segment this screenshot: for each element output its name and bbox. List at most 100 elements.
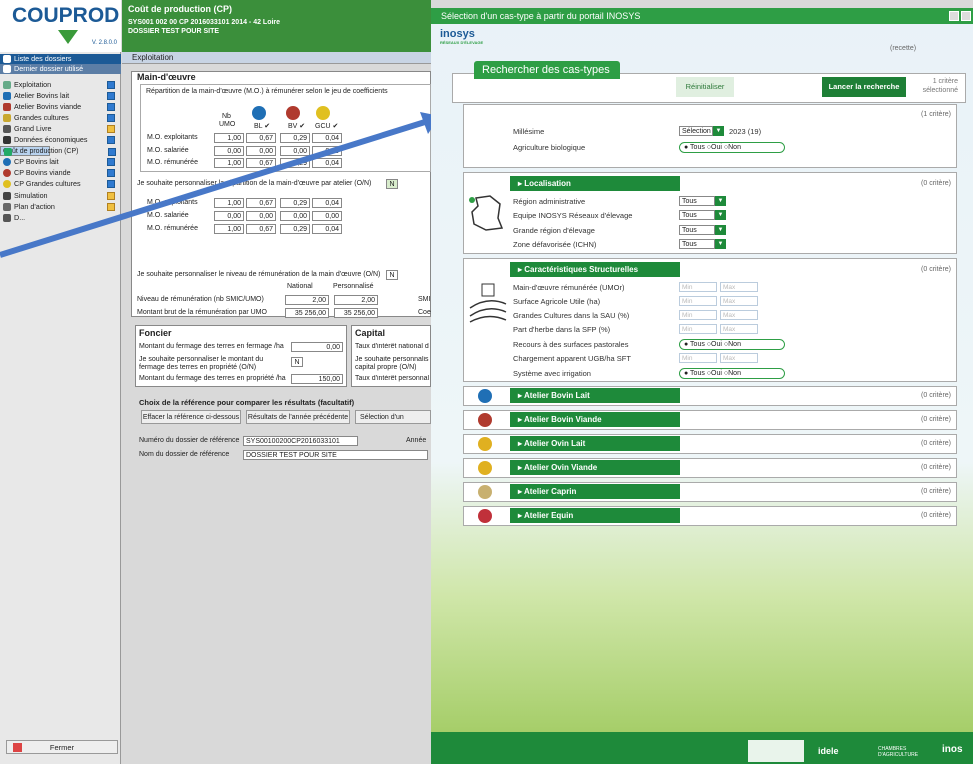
loc-select-value: Tous bbox=[682, 241, 697, 248]
inosys-logo-sub: RÉSEAUX D'ÉLEVAGE bbox=[440, 40, 484, 45]
montant-perso[interactable]: 35 256,00 bbox=[334, 308, 378, 318]
atelier-header[interactable]: ▸ Atelier Bovin Viande bbox=[510, 412, 680, 427]
folder-icon bbox=[3, 65, 11, 73]
radio-non[interactable]: ○Non bbox=[724, 144, 741, 151]
loc-select[interactable]: Tous ▼ bbox=[679, 225, 726, 235]
atelier-header[interactable]: ▸ Atelier Ovin Viande bbox=[510, 460, 680, 475]
niveau-perso[interactable]: 2,00 bbox=[334, 295, 378, 305]
max-input[interactable]: Max bbox=[720, 310, 758, 320]
loc-item: Grande région d'élevage bbox=[513, 226, 595, 235]
previous-year-button[interactable]: Résultats de l'année précédente bbox=[246, 410, 350, 424]
loc-item: Zone défavorisée (ICHN) bbox=[513, 240, 597, 249]
max-input[interactable]: Max bbox=[720, 282, 758, 292]
radio-non[interactable]: ○Non bbox=[724, 341, 741, 348]
maximize-icon[interactable] bbox=[961, 11, 971, 21]
structure-title: Caractéristiques Structurelles bbox=[524, 265, 639, 274]
min-input[interactable]: Min bbox=[679, 353, 717, 363]
atelier-crit: (0 critère) bbox=[921, 392, 951, 399]
sidebar-item-exploitation[interactable]: Exploitation bbox=[0, 80, 121, 90]
atelier-title: Atelier Bovin Lait bbox=[523, 391, 590, 400]
ref-nom-value: DOSSIER TEST POUR SITE bbox=[243, 450, 428, 460]
radio-oui[interactable]: ○Oui bbox=[707, 144, 722, 151]
reference-title: Choix de la référence pour comparer les … bbox=[139, 398, 355, 407]
min-input[interactable]: Min bbox=[679, 296, 717, 306]
sidebar-item-dernier-dossier[interactable]: Dernier dossier utilisé bbox=[0, 64, 121, 74]
loc-select-value: Tous bbox=[682, 227, 697, 234]
foncier-l1: Montant du fermage des terres en fermage… bbox=[139, 343, 284, 350]
farm-field-icon bbox=[469, 283, 507, 323]
structure-header[interactable]: ▸ Caractéristiques Structurelles bbox=[510, 262, 680, 277]
radio-tous[interactable]: ● Tous bbox=[684, 370, 705, 377]
bio-radio-group[interactable]: ● Tous ○Oui ○Non bbox=[679, 142, 785, 153]
app-version: V. 2.8.0.0 bbox=[91, 40, 117, 46]
max-input[interactable]: Max bbox=[720, 324, 758, 334]
criteria-count-line1: 1 critère bbox=[932, 78, 958, 85]
criteria-count: 1 critère sélectionné bbox=[906, 77, 958, 95]
equin-icon bbox=[478, 509, 492, 523]
foncier-l2: Je souhaite personnaliser le montant du … bbox=[139, 356, 264, 371]
loc-select[interactable]: Tous ▼ bbox=[679, 210, 726, 220]
clear-reference-button[interactable]: Effacer la référence ci-dessous bbox=[141, 410, 241, 424]
millesime-label: Millésime bbox=[513, 127, 545, 136]
close-button[interactable]: Fermer bbox=[6, 740, 118, 754]
foncier-v1[interactable]: 0,00 bbox=[291, 342, 343, 352]
foncier-v3[interactable]: 150,00 bbox=[291, 374, 343, 384]
radio-label: Non bbox=[728, 144, 741, 151]
radio-oui[interactable]: ○Oui bbox=[707, 370, 722, 377]
minimize-icon[interactable] bbox=[949, 11, 959, 21]
foncier-l3: Montant du fermage des terres en proprié… bbox=[139, 375, 286, 382]
remuneration-question: Je souhaite personnaliser le niveau de r… bbox=[137, 271, 381, 278]
launch-search-button[interactable]: Lancer la recherche bbox=[822, 77, 906, 97]
min-input[interactable]: Min bbox=[679, 324, 717, 334]
remuneration-input[interactable]: N bbox=[386, 270, 398, 280]
loc-select[interactable]: Tous ▼ bbox=[679, 196, 726, 206]
sidebar-item-liste-dossiers[interactable]: Liste des dossiers bbox=[0, 54, 121, 64]
struct-item: Grandes Cultures dans la SAU (%) bbox=[513, 311, 630, 320]
capital-l3: Taux d'intérêt personnal bbox=[355, 375, 430, 382]
sidebar-item-label: Dernier dossier utilisé bbox=[14, 64, 84, 73]
criteria-count-general: (1 critère) bbox=[921, 111, 951, 118]
radio-label: Tous bbox=[690, 341, 705, 348]
atelier-header[interactable]: ▸ Atelier Equin bbox=[510, 508, 680, 523]
atelier-header[interactable]: ▸ Atelier Ovin Lait bbox=[510, 436, 680, 451]
loc-select-value: Tous bbox=[682, 198, 697, 205]
capital-l1: Taux d'intérêt national d bbox=[355, 343, 429, 350]
reset-button[interactable]: Réinitialiser bbox=[676, 77, 734, 97]
montant-label: Montant brut de la rémunération par UMO bbox=[137, 309, 267, 316]
millesime-select[interactable]: Sélection ▼ bbox=[679, 126, 724, 136]
atelier-crit: (0 critère) bbox=[921, 440, 951, 447]
ref-nom-label: Nom du dossier de référence bbox=[139, 451, 230, 458]
modal-title-text: Sélection d'un cas-type à partir du port… bbox=[441, 11, 641, 21]
checkbox[interactable] bbox=[107, 81, 115, 89]
bio-label: Agriculture biologique bbox=[513, 143, 586, 152]
pastoral-radio-group[interactable]: ● Tous ○Oui ○Non bbox=[679, 339, 785, 350]
foncier-v2[interactable]: N bbox=[291, 357, 303, 367]
struct-item: Système avec irrigation bbox=[513, 369, 591, 378]
radio-non[interactable]: ○Non bbox=[724, 370, 741, 377]
atelier-header[interactable]: ▸ Atelier Bovin Lait bbox=[510, 388, 680, 403]
radio-tous[interactable]: ● Tous bbox=[684, 144, 705, 151]
chambres-logo: CHAMBRES D'AGRICULTURE bbox=[878, 746, 919, 758]
niveau-label: Niveau de rémunération (nb SMIC/UMO) bbox=[137, 296, 264, 303]
tab-exploitation[interactable]: Exploitation bbox=[122, 52, 431, 64]
irrigation-radio-group[interactable]: ● Tous ○Oui ○Non bbox=[679, 368, 785, 379]
close-button-label: Fermer bbox=[49, 743, 75, 752]
chevron-down-icon: ▼ bbox=[715, 210, 726, 220]
atelier-title: Atelier Bovin Viande bbox=[523, 415, 602, 424]
localisation-header[interactable]: ▸ Localisation bbox=[510, 176, 680, 191]
min-input[interactable]: Min bbox=[679, 282, 717, 292]
cow-icon bbox=[3, 92, 11, 100]
select-reference-button[interactable]: Sélection d'un bbox=[355, 410, 431, 424]
radio-oui[interactable]: ○Oui bbox=[707, 341, 722, 348]
min-input[interactable]: Min bbox=[679, 310, 717, 320]
radio-label: Oui bbox=[711, 341, 722, 348]
struct-item: Surface Agricole Utile (ha) bbox=[513, 297, 601, 306]
loc-item: Région administrative bbox=[513, 197, 586, 206]
atelier-header[interactable]: ▸ Atelier Caprin bbox=[510, 484, 680, 499]
montant-suffix: Coe bbox=[418, 309, 431, 316]
max-input[interactable]: Max bbox=[720, 296, 758, 306]
radio-tous[interactable]: ● Tous bbox=[684, 341, 705, 348]
checkbox[interactable] bbox=[107, 92, 115, 100]
loc-select[interactable]: Tous ▼ bbox=[679, 239, 726, 249]
max-input[interactable]: Max bbox=[720, 353, 758, 363]
